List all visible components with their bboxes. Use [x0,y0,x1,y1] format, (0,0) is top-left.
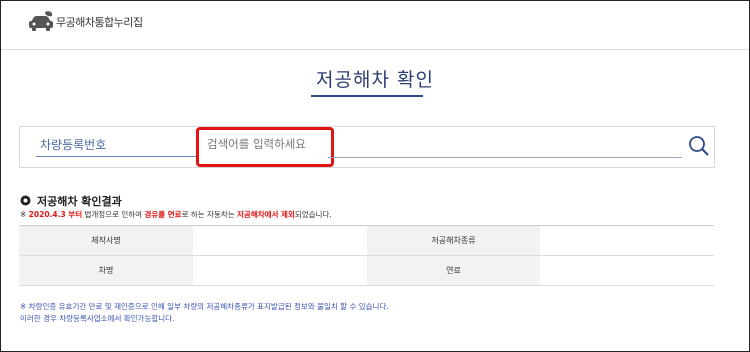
notice-part3: 되었습니다. [294,210,332,219]
search-type-select[interactable]: 차량등록번호 ⌄ [36,134,206,157]
notice-prefix: ※ [20,210,29,219]
car-leaf-icon [28,10,54,34]
result-title: 저공해차 확인결과 [37,194,122,208]
title-underline [311,95,423,97]
table-header-manufacturer: 제작사명 [19,226,193,255]
notice-part2: 로 하는 자동차는 [181,210,238,219]
search-input-underline [328,157,682,158]
notice-part1: 법개정으로 인하여 [82,210,145,219]
search-type-value: 차량등록번호 [40,138,107,152]
site-logo[interactable]: 무공해차통합누리집 [28,10,143,34]
table-header-model: 차명 [19,256,193,285]
footnote-line2: 이러한 경우 차량등록사업소에서 확인가능합니다. [20,314,175,323]
table-cell-manufacturer [193,226,367,255]
notice-excluded: 저공해차에서 제외 [237,210,295,219]
table-cell-model [193,256,367,285]
table-row: 차명 연료 [19,256,714,286]
site-header: 무공해차통합누리집 [1,1,749,50]
table-row: 제작사명 저공해차종류 [19,226,714,256]
notice-date: 2020.4.3 부터 [28,210,83,219]
regulation-notice: ※ 2020.4.3 부터 법개정으로 인하여 경유를 연료로 하는 자동차는 … [20,209,332,220]
page-frame: 무공해차통합누리집 저공해차 확인 차량등록번호 ⌄ 저공해차 확인결과 [0,0,750,352]
search-input-highlight [196,127,334,167]
footnote-line1: ※ 차량인증 유효기간 만료 및 재인증으로 인해 일부 차량의 저공해차종류가… [20,302,389,311]
table-header-lowemission-type: 저공해차종류 [367,226,540,255]
notice-fuel: 경유를 연료 [144,210,182,219]
page-title: 저공해차 확인 [316,69,434,91]
search-icon[interactable] [688,135,710,157]
result-heading: 저공해차 확인결과 [20,191,122,210]
table-header-fuel: 연료 [367,256,540,285]
logo-text: 무공해차통합누리집 [56,16,143,29]
table-cell-fuel [540,256,714,285]
result-table: 제작사명 저공해차종류 차명 연료 [19,225,714,286]
search-panel: 차량등록번호 ⌄ [19,126,715,168]
search-input[interactable] [207,137,323,151]
footnote: ※ 차량인증 유효기간 만료 및 재인증으로 인해 일부 차량의 저공해차종류가… [20,301,389,325]
table-cell-lowemission-type [540,226,714,255]
circle-bullet-icon [20,191,31,210]
